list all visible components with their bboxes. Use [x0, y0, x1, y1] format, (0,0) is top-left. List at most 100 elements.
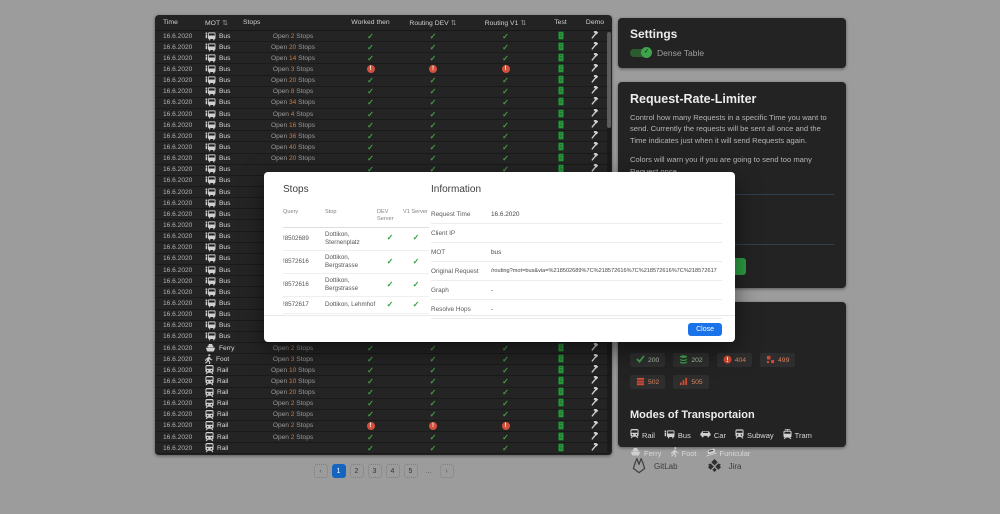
table-row[interactable]: 16.6.2020RailOpen 2 Stops✓✓✓ [155, 432, 612, 443]
test-cell[interactable] [543, 365, 578, 376]
status-chip-200[interactable]: 200 [630, 353, 665, 367]
open-stops-link[interactable]: Open 2 Stops [243, 411, 343, 418]
open-stops-link[interactable]: Open 20 Stops [243, 44, 343, 51]
status-chip-404[interactable]: 404 [717, 353, 752, 367]
table-row[interactable]: 16.6.2020BusOpen 40 Stops✓✓✓ [155, 142, 612, 153]
test-cell[interactable] [543, 64, 578, 75]
open-stops-link[interactable]: Open 2 Stops [243, 434, 343, 441]
test-cell[interactable] [543, 354, 578, 365]
error-icon[interactable]: ! [429, 422, 437, 430]
test-cell[interactable] [543, 398, 578, 409]
table-row[interactable]: 16.6.2020RailOpen 2 Stops✓✓✓ [155, 410, 612, 421]
sort-icon[interactable]: ⇅ [451, 20, 457, 27]
test-cell[interactable] [543, 153, 578, 164]
page-button-1[interactable]: 1 [332, 464, 346, 478]
open-stops-link[interactable]: Open 10 Stops [243, 378, 343, 385]
table-row[interactable]: 16.6.2020BusOpen 16 Stops✓✓✓ [155, 120, 612, 131]
error-icon[interactable]: ! [367, 422, 375, 430]
test-cell[interactable] [543, 75, 578, 86]
test-cell[interactable] [543, 131, 578, 142]
status-chip-499[interactable]: 499 [760, 353, 795, 367]
column-header-mot[interactable]: MOT⇅ [205, 19, 243, 27]
page-button-5[interactable]: 5 [404, 464, 418, 478]
column-header-routing-dev[interactable]: Routing DEV⇅ [398, 19, 468, 27]
status-chip-502[interactable]: 502 [630, 375, 665, 389]
test-cell[interactable] [543, 409, 578, 420]
test-cell[interactable] [543, 42, 578, 53]
table-row[interactable]: 16.6.2020BusOpen 2 Stops✓✓✓ [155, 31, 612, 42]
mode-subway[interactable]: Subway [735, 429, 774, 441]
test-cell[interactable] [543, 31, 578, 42]
test-cell[interactable] [543, 86, 578, 97]
test-cell[interactable] [543, 432, 578, 443]
close-button[interactable]: Close [688, 323, 722, 336]
table-row[interactable]: 16.6.2020BusOpen 34 Stops✓✓✓ [155, 98, 612, 109]
open-stops-link[interactable]: Open 8 Stops [243, 88, 343, 95]
open-stops-link[interactable]: Open 2 Stops [243, 422, 343, 429]
test-cell[interactable] [543, 142, 578, 153]
table-row[interactable]: 16.6.2020RailOpen 2 Stops!!! [155, 421, 612, 432]
table-row[interactable]: 16.6.2020Rail✓✓✓ [155, 443, 612, 454]
open-stops-link[interactable]: Open 2 Stops [243, 400, 343, 407]
open-stops-link[interactable]: Open 14 Stops [243, 55, 343, 62]
open-stops-link[interactable]: Open 20 Stops [243, 155, 343, 162]
test-cell[interactable] [543, 443, 578, 454]
page-button-2[interactable]: 2 [350, 464, 364, 478]
error-icon[interactable]: ! [429, 65, 437, 73]
error-icon[interactable]: ! [502, 65, 510, 73]
test-cell[interactable] [543, 343, 578, 354]
test-cell[interactable] [543, 97, 578, 108]
open-stops-link[interactable]: Open 36 Stops [243, 133, 343, 140]
table-row[interactable]: 16.6.2020FerryOpen 2 Stops✓✓✓ [155, 343, 612, 354]
test-cell[interactable] [543, 53, 578, 64]
table-row[interactable]: 16.6.2020BusOpen 4 Stops✓✓✓ [155, 109, 612, 120]
table-row[interactable]: 16.6.2020RailOpen 10 Stops✓✓✓ [155, 376, 612, 387]
sort-icon[interactable]: ⇅ [520, 20, 526, 27]
open-stops-link[interactable]: Open 40 Stops [243, 144, 343, 151]
open-stops-link[interactable]: Open 20 Stops [243, 77, 343, 84]
open-stops-link[interactable]: Open 16 Stops [243, 122, 343, 129]
jira-link[interactable]: Jira [708, 459, 742, 474]
test-cell[interactable] [543, 120, 578, 131]
mode-car[interactable]: Car [700, 429, 726, 441]
page-button-3[interactable]: 3 [368, 464, 382, 478]
table-row[interactable]: 16.6.2020RailOpen 10 Stops✓✓✓ [155, 365, 612, 376]
dense-table-toggle[interactable]: ✓ [630, 49, 650, 57]
open-stops-link[interactable]: Open 3 Stops [243, 356, 343, 363]
toggle-knob[interactable]: ✓ [641, 47, 652, 58]
open-stops-link[interactable]: Open 20 Stops [243, 389, 343, 396]
next-page-button[interactable]: › [440, 464, 454, 478]
open-stops-link[interactable]: Open 3 Stops [243, 66, 343, 73]
table-row[interactable]: 16.6.2020BusOpen 3 Stops!!! [155, 64, 612, 75]
table-row[interactable]: 16.6.2020BusOpen 14 Stops✓✓✓ [155, 53, 612, 64]
table-row[interactable]: 16.6.2020BusOpen 20 Stops✓✓✓ [155, 42, 612, 53]
test-cell[interactable] [543, 387, 578, 398]
table-scrollbar-thumb[interactable] [607, 32, 611, 128]
error-icon[interactable]: ! [502, 422, 510, 430]
sort-icon[interactable]: ⇅ [222, 20, 228, 27]
page-button-4[interactable]: 4 [386, 464, 400, 478]
table-row[interactable]: 16.6.2020BusOpen 36 Stops✓✓✓ [155, 131, 612, 142]
mode-tram[interactable]: Tram [783, 429, 812, 441]
table-row[interactable]: 16.6.2020BusOpen 20 Stops✓✓✓ [155, 76, 612, 87]
gitlab-link[interactable]: GitLab [630, 457, 678, 476]
column-header-routing-v1[interactable]: Routing V1⇅ [468, 19, 543, 27]
prev-page-button[interactable]: ‹ [314, 464, 328, 478]
table-row[interactable]: 16.6.2020BusOpen 20 Stops✓✓✓ [155, 154, 612, 165]
open-stops-link[interactable]: Open 34 Stops [243, 99, 343, 106]
table-row[interactable]: 16.6.2020BusOpen 8 Stops✓✓✓ [155, 87, 612, 98]
open-stops-link[interactable]: Open 2 Stops [243, 33, 343, 40]
test-cell[interactable] [543, 376, 578, 387]
mode-rail[interactable]: Rail [630, 429, 655, 441]
test-cell[interactable] [543, 421, 578, 432]
table-row[interactable]: 16.6.2020RailOpen 2 Stops✓✓✓ [155, 399, 612, 410]
error-icon[interactable]: ! [367, 65, 375, 73]
status-chip-505[interactable]: 505 [673, 375, 708, 389]
table-row[interactable]: 16.6.2020RailOpen 20 Stops✓✓✓ [155, 388, 612, 399]
test-cell[interactable] [543, 109, 578, 120]
open-stops-link[interactable]: Open 2 Stops [243, 345, 343, 352]
open-stops-link[interactable]: Open 4 Stops [243, 111, 343, 118]
table-row[interactable]: 16.6.2020FootOpen 3 Stops✓✓✓ [155, 354, 612, 365]
mode-bus[interactable]: Bus [664, 429, 691, 441]
status-chip-202[interactable]: 202 [673, 353, 708, 367]
